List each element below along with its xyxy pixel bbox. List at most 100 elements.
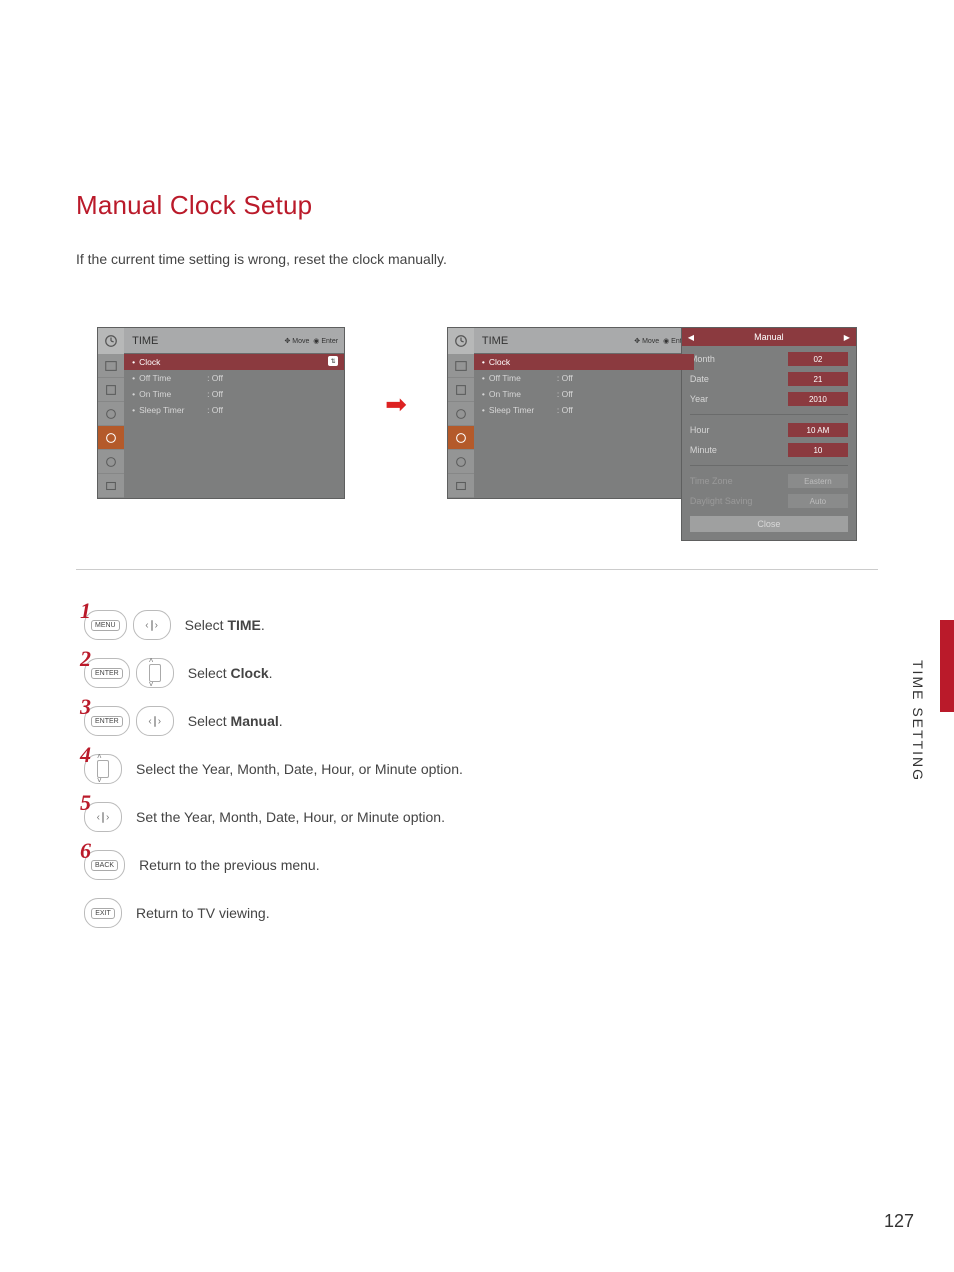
osd-item-value: : Off bbox=[557, 373, 573, 383]
sidebar-icon-time[interactable] bbox=[98, 426, 124, 450]
hint-move: Move bbox=[642, 338, 659, 345]
sidebar-icon-lock[interactable] bbox=[98, 450, 124, 474]
osd-item-clock[interactable]: •Clock ⇅ bbox=[124, 354, 344, 370]
osd-list: •Clock ⇅ •Off Time : Off •On Time : Off … bbox=[124, 354, 344, 498]
step-1: 1 MENU Select TIME. bbox=[84, 610, 878, 640]
step-6: 6 BACK Return to the previous menu. bbox=[84, 850, 878, 880]
popup-label: Minute bbox=[690, 445, 717, 455]
step-text: Select TIME. bbox=[185, 617, 265, 633]
updown-icon: ⇅ bbox=[328, 356, 338, 366]
step-text-bold: Clock bbox=[231, 665, 269, 681]
popup-row-hour[interactable]: Hour 10 AM bbox=[690, 423, 848, 437]
step-text-post: . bbox=[279, 713, 283, 729]
steps: 1 MENU Select TIME. 2 ENTER ˄˅ Select Cl… bbox=[84, 610, 878, 928]
step-text: Select Manual. bbox=[188, 713, 283, 729]
osd-item-value: : Off bbox=[557, 405, 573, 415]
clock-icon bbox=[98, 328, 124, 354]
remote-dpad-lr-icon bbox=[133, 610, 171, 640]
remote-dpad-lr-icon bbox=[136, 706, 174, 736]
key-label: ENTER bbox=[91, 668, 123, 679]
popup-label: Date bbox=[690, 374, 709, 384]
sidebar-icon-time[interactable] bbox=[448, 426, 474, 450]
sidebar-icon-audio[interactable] bbox=[98, 378, 124, 402]
key-label: BACK bbox=[91, 860, 118, 871]
osd-list: •Clock •Off Time : Off •On Time : Off •S… bbox=[474, 354, 694, 498]
popup-value: Eastern bbox=[788, 474, 848, 488]
osd-title: TIME bbox=[474, 335, 634, 347]
osd-item-value: : Off bbox=[207, 389, 223, 399]
triangle-right-icon: ▶ bbox=[844, 333, 850, 342]
popup-value: 10 bbox=[788, 443, 848, 457]
osd-item-sleeptimer[interactable]: •Sleep Timer : Off bbox=[124, 402, 344, 418]
popup-row-month[interactable]: Month 02 bbox=[690, 352, 848, 366]
osd-item-label: Off Time bbox=[139, 373, 207, 383]
osd-item-clock[interactable]: •Clock bbox=[474, 354, 694, 370]
popup-value: Auto bbox=[788, 494, 848, 508]
osd-item-ontime[interactable]: •On Time : Off bbox=[124, 386, 344, 402]
remote-dpad-ud-icon: ˄˅ bbox=[136, 658, 174, 688]
osd-sidebar bbox=[98, 354, 124, 498]
osd-item-offtime[interactable]: •Off Time : Off bbox=[474, 370, 694, 386]
clock-popup: ◀ Manual ▶ Month 02 Date 21 Year 20 bbox=[681, 327, 857, 541]
osd-header: TIME ✥ Move ◉ Enter bbox=[448, 328, 694, 354]
page-title: Manual Clock Setup bbox=[76, 190, 878, 221]
sidebar-icon-lock[interactable] bbox=[448, 450, 474, 474]
osd-item-ontime[interactable]: •On Time : Off bbox=[474, 386, 694, 402]
key-label: EXIT bbox=[91, 908, 115, 919]
sidebar-icon-picture[interactable] bbox=[98, 354, 124, 378]
popup-value: 2010 bbox=[788, 392, 848, 406]
side-tab bbox=[940, 620, 954, 712]
osd-left: TIME ✥ Move ◉ Enter •Clock bbox=[97, 327, 345, 499]
osd-item-sleeptimer[interactable]: •Sleep Timer : Off bbox=[474, 402, 694, 418]
hint-enter: Enter bbox=[321, 338, 338, 345]
popup-value: 02 bbox=[788, 352, 848, 366]
osd-header: TIME ✥ Move ◉ Enter bbox=[98, 328, 344, 354]
step-text-pre: Select bbox=[188, 665, 231, 681]
popup-label: Daylight Saving bbox=[690, 496, 753, 506]
step-number: 1 bbox=[80, 598, 91, 624]
popup-row-daylight: Daylight Saving Auto bbox=[690, 494, 848, 508]
popup-row-year[interactable]: Year 2010 bbox=[690, 392, 848, 406]
sidebar-icon-option[interactable] bbox=[98, 474, 124, 498]
osd-item-label: Clock bbox=[139, 357, 207, 367]
sidebar-icon-settings[interactable] bbox=[98, 402, 124, 426]
osd-right: TIME ✥ Move ◉ Enter bbox=[447, 327, 695, 499]
popup-row-minute[interactable]: Minute 10 bbox=[690, 443, 848, 457]
arrow-right-icon: ➡ bbox=[385, 389, 407, 420]
osd-item-label: Clock bbox=[489, 357, 557, 367]
section-label: TIME SETTING bbox=[910, 660, 926, 782]
hint-move: Move bbox=[292, 338, 309, 345]
osd-item-label: Sleep Timer bbox=[139, 405, 207, 415]
step-text: Select the Year, Month, Date, Hour, or M… bbox=[136, 761, 463, 777]
popup-header[interactable]: ◀ Manual ▶ bbox=[682, 328, 856, 346]
popup-value: 21 bbox=[788, 372, 848, 386]
popup-row-date[interactable]: Date 21 bbox=[690, 372, 848, 386]
sidebar-icon-picture[interactable] bbox=[448, 354, 474, 378]
osd-item-offtime[interactable]: •Off Time : Off bbox=[124, 370, 344, 386]
popup-title: Manual bbox=[694, 332, 844, 342]
osd-sidebar bbox=[448, 354, 474, 498]
sidebar-icon-settings[interactable] bbox=[448, 402, 474, 426]
page-number: 127 bbox=[884, 1211, 914, 1232]
step-text-bold: TIME bbox=[227, 617, 260, 633]
popup-close-button[interactable]: Close bbox=[690, 516, 848, 532]
step-text: Return to TV viewing. bbox=[136, 905, 270, 921]
osd-item-value: : Off bbox=[207, 405, 223, 415]
step-text: Set the Year, Month, Date, Hour, or Minu… bbox=[136, 809, 445, 825]
step-number: 6 bbox=[80, 838, 91, 864]
remote-exit-button: EXIT bbox=[84, 898, 122, 928]
step-text-post: . bbox=[269, 665, 273, 681]
popup-label: Year bbox=[690, 394, 708, 404]
sidebar-icon-audio[interactable] bbox=[448, 378, 474, 402]
step-2: 2 ENTER ˄˅ Select Clock. bbox=[84, 658, 878, 688]
popup-value: 10 AM bbox=[788, 423, 848, 437]
osd-hints: ✥ Move ◉ Enter bbox=[284, 337, 344, 345]
osd-item-label: On Time bbox=[489, 389, 557, 399]
step-number: 4 bbox=[80, 742, 91, 768]
osd-title: TIME bbox=[124, 335, 284, 347]
step-text: Return to the previous menu. bbox=[139, 857, 320, 873]
sidebar-icon-option[interactable] bbox=[448, 474, 474, 498]
osd-item-label: Sleep Timer bbox=[489, 405, 557, 415]
step-text-bold: Manual bbox=[231, 713, 279, 729]
step-3: 3 ENTER Select Manual. bbox=[84, 706, 878, 736]
